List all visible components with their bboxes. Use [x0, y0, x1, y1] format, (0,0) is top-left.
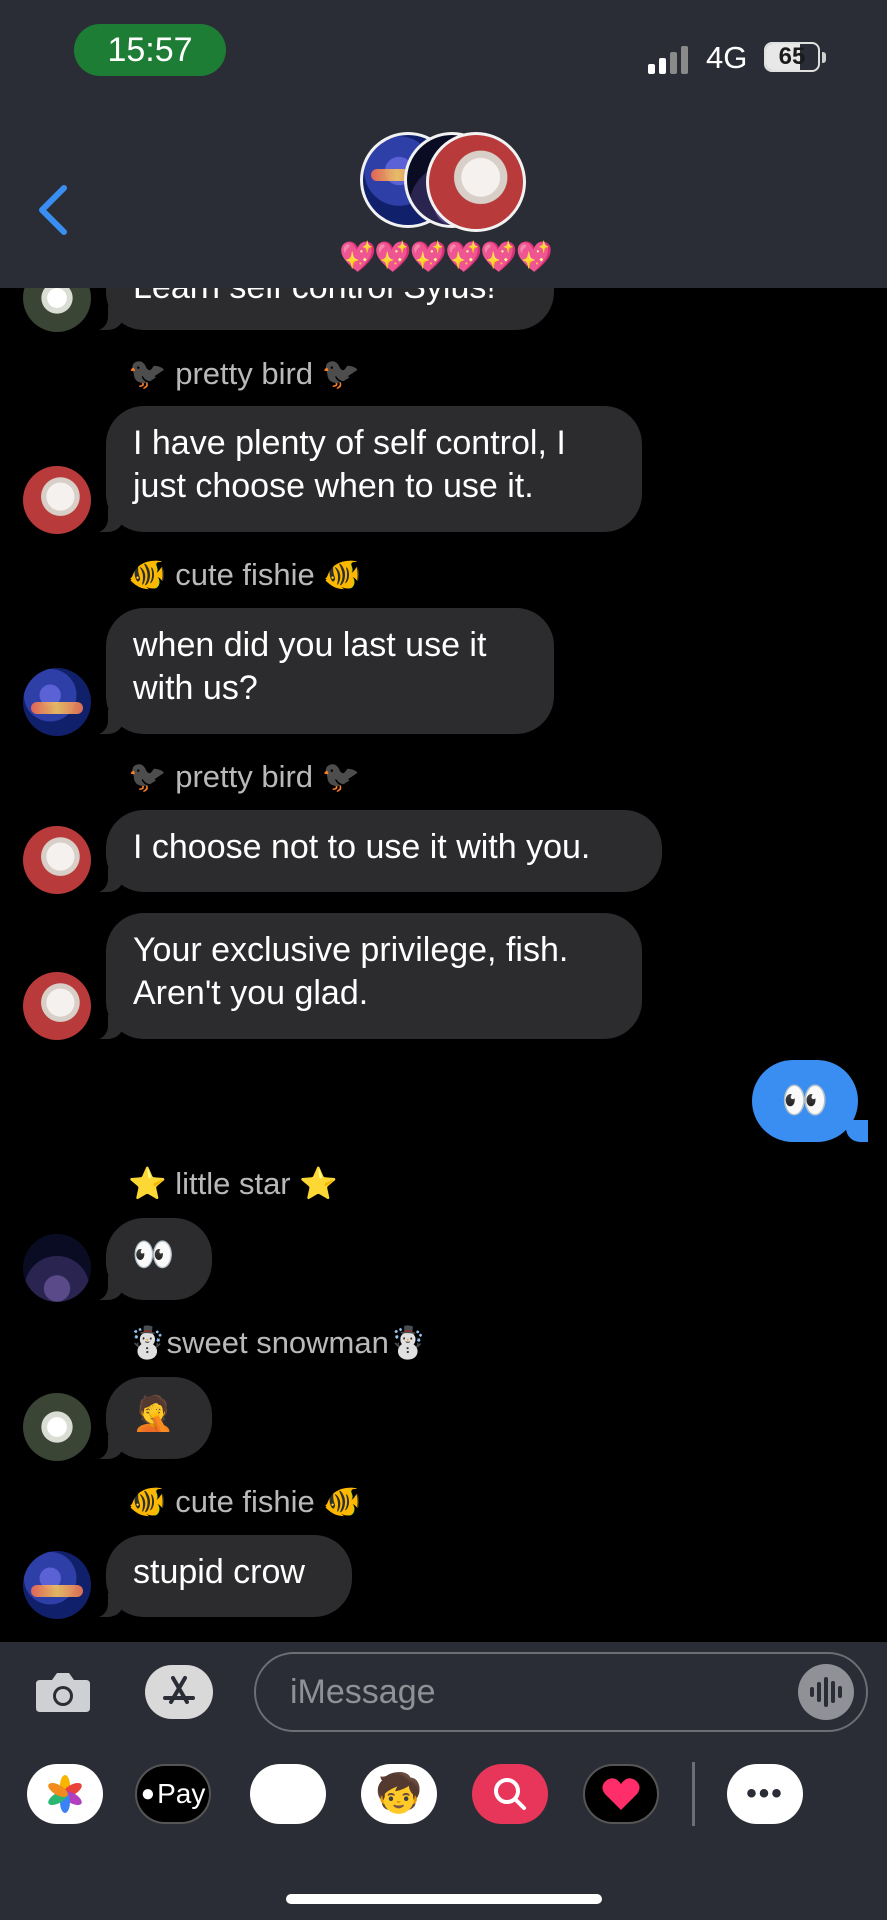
sender-name: ☃️sweet snowman☃️	[128, 1325, 428, 1360]
message-bubble[interactable]: stupid crow	[92, 1535, 352, 1618]
message-bubble[interactable]: 🤦	[92, 1377, 212, 1460]
battery-tip	[822, 52, 826, 63]
message-bubble[interactable]: I have plenty of self control, I just ch…	[92, 406, 642, 533]
sender-name: 🐠 cute fishie 🐠	[128, 1484, 362, 1519]
memoji-stickers-icon[interactable]: 🧒	[361, 1764, 437, 1824]
audio-record-icon[interactable]	[798, 1664, 854, 1720]
camera-icon[interactable]	[34, 1668, 92, 1714]
sender-name: 🐠 cute fishie 🐠	[128, 557, 362, 592]
message-bubble[interactable]: I choose not to use it with you.	[92, 810, 662, 893]
battery-icon: 65	[764, 42, 820, 72]
outgoing-message-bubble[interactable]: 👀	[752, 1060, 868, 1142]
cellular-signal-icon	[648, 44, 692, 74]
back-chevron-icon[interactable]	[30, 180, 78, 240]
group-avatar-stack[interactable]	[360, 132, 530, 232]
message-bubble[interactable]: Your exclusive privilege, fish. Aren't y…	[92, 913, 642, 1040]
avatar[interactable]	[23, 1393, 91, 1461]
conversation-header: 15:57 4G 65 💖💖💖💖💖💖	[0, 0, 887, 288]
more-apps-button[interactable]: •••	[727, 1764, 803, 1824]
photos-app-icon[interactable]	[27, 1764, 103, 1824]
home-indicator[interactable]	[286, 1894, 602, 1904]
group-name[interactable]: 💖💖💖💖💖💖	[330, 240, 560, 275]
avatar[interactable]	[23, 466, 91, 534]
network-type: 4G	[706, 40, 748, 75]
avatar[interactable]	[23, 668, 91, 736]
memoji-monkey-icon[interactable]: 🐵	[250, 1764, 326, 1824]
avatar[interactable]	[23, 1234, 91, 1302]
message-bubble[interactable]: when did you last use it with us?	[92, 608, 554, 735]
compose-bar	[0, 1642, 887, 1742]
digital-touch-heart-icon[interactable]	[583, 1764, 659, 1824]
sender-name: 🐦‍⬛ pretty bird 🐦‍⬛	[128, 759, 361, 794]
battery-level: 65	[778, 43, 806, 70]
avatar	[426, 132, 526, 232]
apple-logo-icon: ●	[140, 1780, 156, 1807]
sender-name: 🐦‍⬛ pretty bird 🐦‍⬛	[128, 356, 361, 391]
app-store-icon[interactable]	[145, 1665, 213, 1719]
image-search-icon[interactable]	[472, 1764, 548, 1824]
time-pill[interactable]: 15:57	[74, 24, 226, 76]
avatar[interactable]	[23, 972, 91, 1040]
apple-pay-button[interactable]: ● Pay	[135, 1764, 211, 1824]
drawer-divider	[692, 1762, 695, 1826]
avatar[interactable]	[23, 826, 91, 894]
sender-name: ⭐ little star ⭐	[128, 1166, 338, 1201]
message-bubble[interactable]: 👀	[92, 1218, 212, 1301]
avatar[interactable]	[23, 1551, 91, 1619]
message-input[interactable]	[254, 1652, 868, 1732]
